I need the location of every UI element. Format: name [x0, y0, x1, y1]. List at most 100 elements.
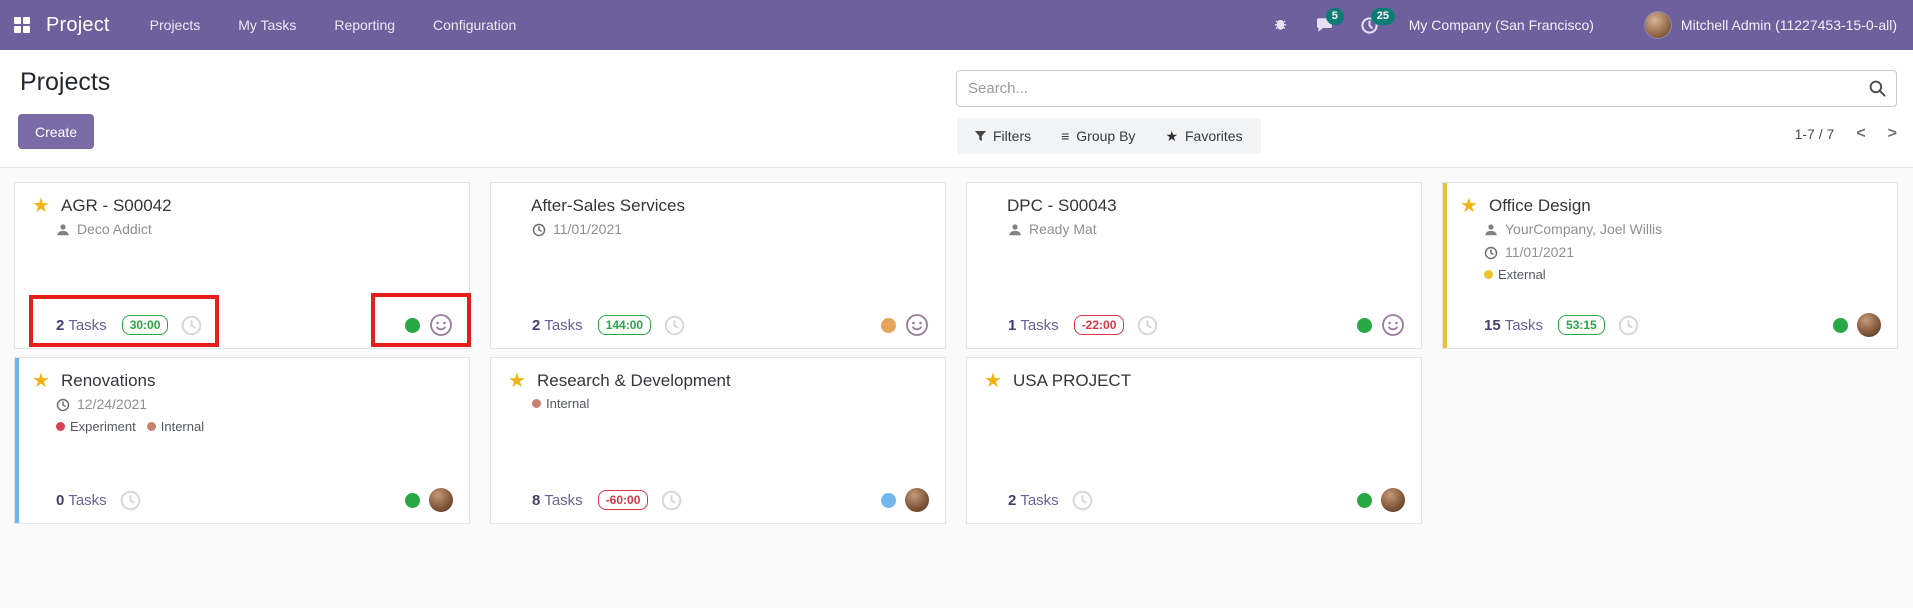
page-title: Projects	[20, 68, 111, 96]
timesheet-clock-icon[interactable]	[1618, 315, 1639, 336]
project-card-usa-project[interactable]: ★ USA PROJECT 2 Tasks	[966, 357, 1422, 524]
collaborator-smiley-icon[interactable]	[905, 313, 929, 337]
collaborator-avatar[interactable]	[1857, 313, 1881, 337]
status-dot[interactable]	[405, 317, 420, 333]
group-by-button[interactable]: ≡ Group By	[1061, 128, 1135, 144]
favorite-star-icon[interactable]: ★	[984, 371, 1007, 391]
task-count-label[interactable]: Tasks	[1020, 317, 1058, 334]
card-footer: 2 Tasks	[967, 488, 1421, 512]
user-menu[interactable]: Mitchell Admin (11227453-15-0-all)	[1681, 17, 1897, 33]
search-icon[interactable]	[1868, 79, 1887, 103]
task-count-label[interactable]: Tasks	[1505, 317, 1543, 334]
systray: 5 25 My Company (San Francisco) Mitchell…	[1246, 7, 1897, 39]
favorite-star-icon[interactable]: ★	[32, 196, 55, 216]
collaborator-avatar[interactable]	[1381, 488, 1405, 512]
activities-icon[interactable]: 25	[1360, 7, 1395, 35]
task-count-label[interactable]: Tasks	[544, 317, 582, 334]
card-footer: 2 Tasks 30:00	[15, 313, 469, 337]
task-count-label[interactable]: Tasks	[1020, 492, 1058, 509]
timesheet-clock-icon[interactable]	[120, 490, 141, 511]
task-count-label[interactable]: Tasks	[544, 492, 582, 509]
project-card-research-development[interactable]: ★ Research & Development Internal 8 Task…	[490, 357, 946, 524]
tag-internal[interactable]: Internal	[532, 396, 589, 411]
pager-next-button[interactable]: >	[1888, 126, 1897, 142]
card-footer: 8 Tasks -60:00	[491, 488, 945, 512]
status-dot[interactable]	[1357, 317, 1372, 333]
app-name[interactable]: Project	[46, 14, 110, 37]
timesheet-clock-icon[interactable]	[664, 315, 685, 336]
status-dot[interactable]	[881, 317, 896, 333]
create-button[interactable]: Create	[18, 114, 95, 149]
collaborator-avatar[interactable]	[905, 488, 929, 512]
project-title[interactable]: Research & Development	[537, 371, 731, 391]
status-dot[interactable]	[1357, 492, 1372, 508]
collaborator-avatar[interactable]	[429, 488, 453, 512]
person-icon	[57, 223, 69, 235]
status-dot[interactable]	[405, 492, 420, 508]
project-partner: YourCompany, Joel Willis	[1443, 216, 1897, 239]
company-switcher[interactable]: My Company (San Francisco)	[1409, 17, 1594, 33]
collaborator-smiley-icon[interactable]	[1381, 313, 1405, 337]
remaining-hours-badge: 144:00	[597, 315, 652, 335]
messages-icon[interactable]: 5	[1315, 8, 1344, 34]
project-card-after-sales-services[interactable]: After-Sales Services 11/01/2021 2 Tasks …	[490, 182, 946, 349]
task-count[interactable]: 1	[1008, 317, 1016, 334]
bug-icon[interactable]	[1272, 17, 1289, 34]
filters-button[interactable]: Filters	[975, 128, 1031, 144]
favorite-star-icon[interactable]: ★	[32, 371, 55, 391]
funnel-icon	[975, 130, 986, 141]
pager: 1-7 / 7 < >	[1794, 126, 1897, 143]
timesheet-clock-icon[interactable]	[1137, 315, 1158, 336]
tag-dot	[532, 399, 541, 408]
task-count[interactable]: 2	[532, 317, 540, 334]
project-title[interactable]: DPC - S00043	[1007, 196, 1117, 216]
favorite-star-icon[interactable]: ★	[1460, 196, 1483, 216]
remaining-hours-badge: -22:00	[1073, 315, 1125, 335]
group-by-icon: ≡	[1061, 128, 1070, 144]
project-title[interactable]: Office Design	[1489, 196, 1591, 216]
task-count[interactable]: 2	[56, 317, 64, 334]
project-title[interactable]: After-Sales Services	[531, 196, 685, 216]
control-panel: Projects Create Filters ≡ Group By ★ Fav…	[0, 50, 1913, 168]
menu-configuration[interactable]: Configuration	[431, 2, 518, 48]
card-footer: 15 Tasks 53:15	[1443, 313, 1897, 337]
tag-external[interactable]: External	[1484, 267, 1546, 282]
pager-previous-button[interactable]: <	[1856, 126, 1865, 142]
status-dot[interactable]	[1833, 317, 1848, 333]
project-card-dpc-s00043[interactable]: DPC - S00043 Ready Mat 1 Tasks -22:00	[966, 182, 1422, 349]
menu-reporting[interactable]: Reporting	[332, 2, 397, 48]
project-title[interactable]: AGR - S00042	[61, 196, 172, 216]
task-count[interactable]: 2	[1008, 492, 1016, 509]
task-count-label[interactable]: Tasks	[68, 317, 106, 334]
favorites-button[interactable]: ★ Favorites	[1165, 128, 1242, 145]
tag-internal[interactable]: Internal	[146, 419, 204, 434]
timesheet-clock-icon[interactable]	[1072, 490, 1093, 511]
favorite-star-icon[interactable]: ★	[508, 371, 531, 391]
menu-my-tasks[interactable]: My Tasks	[236, 2, 298, 48]
menu-projects[interactable]: Projects	[148, 2, 203, 48]
top-navbar: Project Projects My Tasks Reporting Conf…	[0, 0, 1913, 50]
apps-menu-icon[interactable]	[14, 17, 30, 33]
tag-experiment[interactable]: Experiment	[56, 419, 136, 434]
collaborator-smiley-icon[interactable]	[429, 313, 453, 337]
task-count[interactable]: 8	[532, 492, 540, 509]
project-title[interactable]: Renovations	[61, 371, 156, 391]
task-count[interactable]: 15	[1484, 317, 1501, 334]
task-count-label[interactable]: Tasks	[68, 492, 106, 509]
project-title[interactable]: USA PROJECT	[1013, 371, 1131, 391]
timesheet-clock-icon[interactable]	[181, 315, 202, 336]
project-card-office-design[interactable]: ★ Office Design YourCompany, Joel Willis…	[1442, 182, 1898, 349]
pager-range: 1-7 / 7	[1794, 126, 1835, 142]
status-dot[interactable]	[881, 492, 896, 508]
project-card-agr-s00042[interactable]: ★ AGR - S00042 Deco Addict 2 Tasks 30:00	[14, 182, 471, 349]
search-input[interactable]	[956, 70, 1897, 107]
project-card-renovations[interactable]: ★ Renovations 12/24/2021 Experiment Inte…	[14, 357, 470, 524]
project-partner: Deco Addict	[15, 216, 469, 239]
messages-count-badge: 5	[1325, 8, 1344, 25]
task-count[interactable]: 0	[56, 492, 64, 509]
user-avatar[interactable]	[1643, 11, 1672, 39]
timesheet-clock-icon[interactable]	[661, 490, 682, 511]
card-footer: 2 Tasks 144:00	[491, 313, 945, 337]
tag-row: Experiment Internal	[15, 414, 469, 434]
activities-count-badge: 25	[1370, 7, 1395, 25]
